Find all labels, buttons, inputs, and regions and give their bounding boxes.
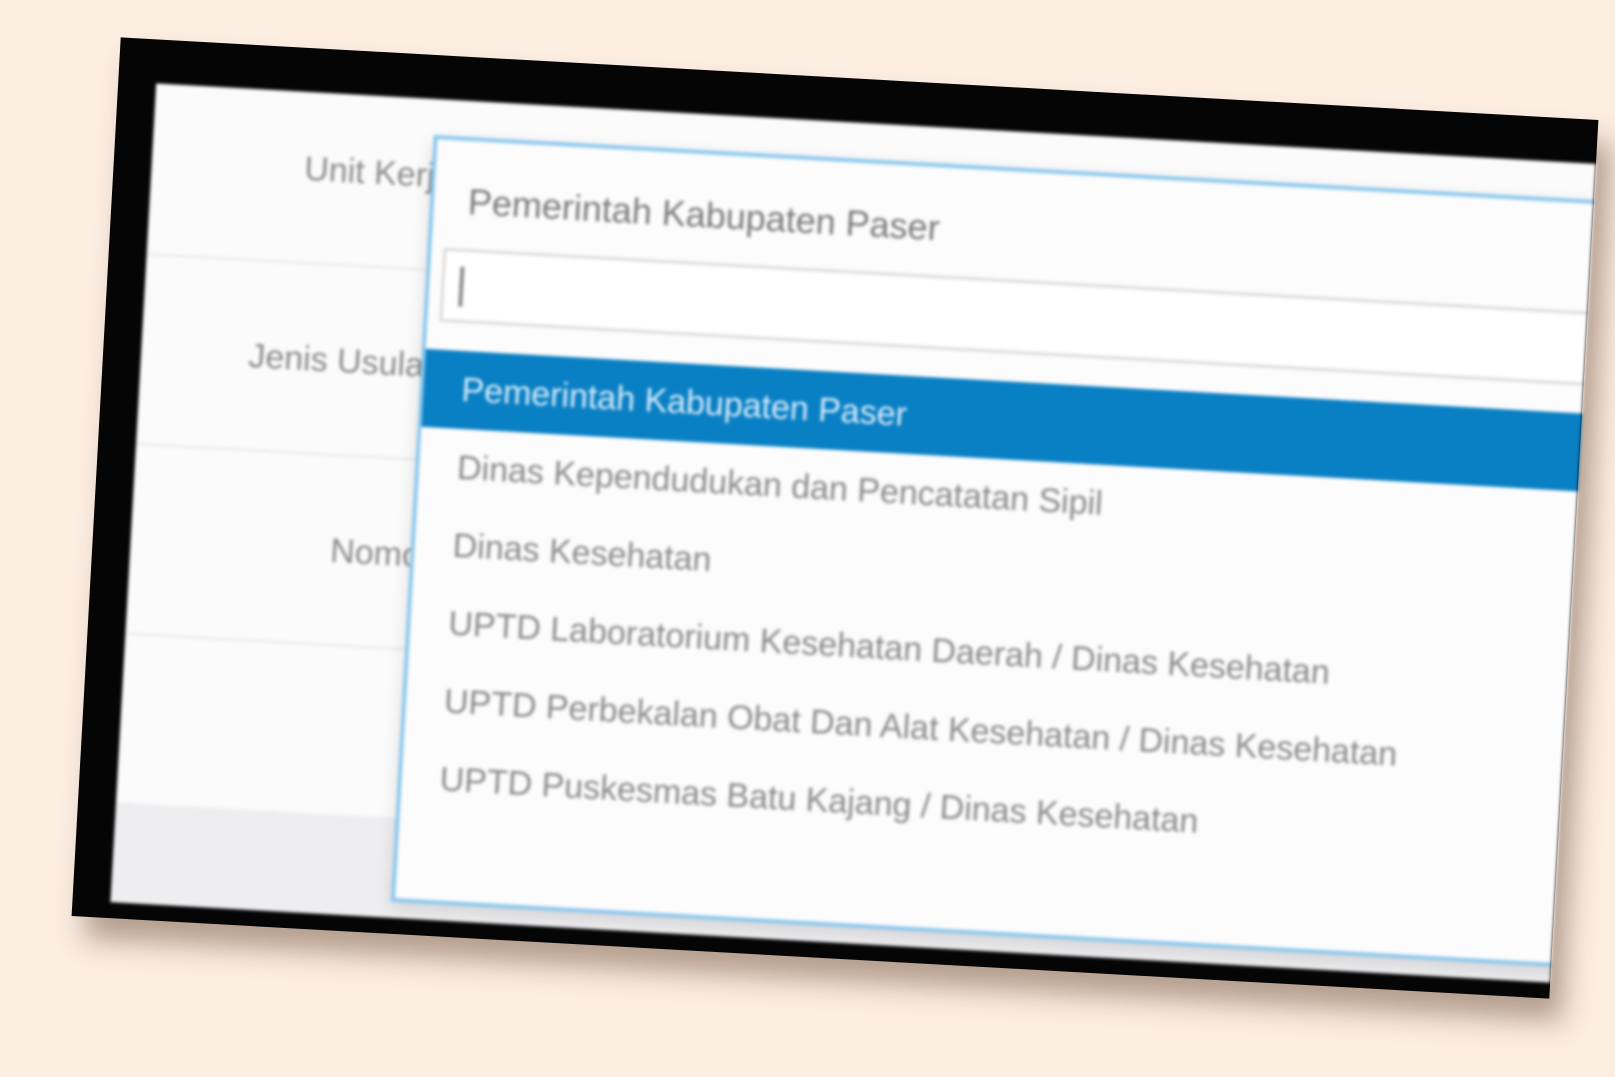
monitor-bezel: Unit Kerja Jenis Usulan Nomor Pemerintah… xyxy=(71,37,1599,999)
unit-kerja-select[interactable]: Pemerintah Kabupaten Paser Pemerintah Ka… xyxy=(390,135,1596,969)
selected-value[interactable]: Pemerintah Kabupaten Paser xyxy=(467,181,941,249)
screen: Unit Kerja Jenis Usulan Nomor Pemerintah… xyxy=(110,83,1596,983)
jenis-usulan-label: Jenis Usulan xyxy=(247,337,444,386)
photo-stage: Unit Kerja Jenis Usulan Nomor Pemerintah… xyxy=(0,0,1615,1077)
options-list: Pemerintah Kabupaten Paser Dinas Kependud… xyxy=(400,348,1596,882)
